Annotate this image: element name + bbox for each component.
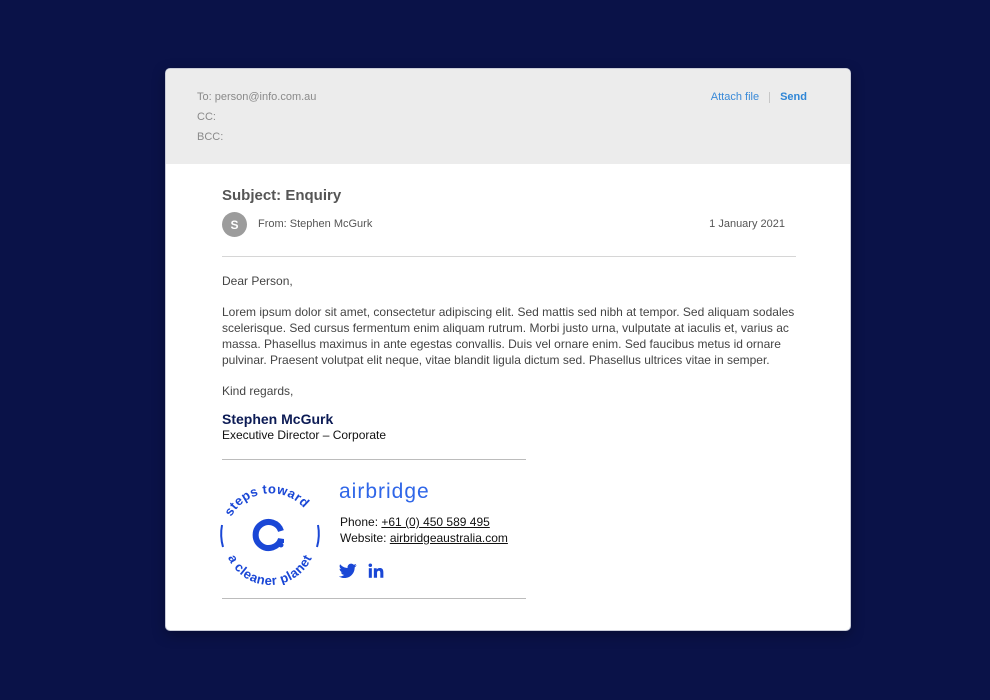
seal-text-bottom: a cleaner planet [225,552,314,585]
cc-field[interactable]: CC: [197,111,216,124]
email-date: 1 January 2021 [709,218,785,230]
website-label: Website: [340,531,390,545]
phone-label: Phone: [340,515,382,529]
avatar: S [222,212,247,237]
email-window: To: person@info.com.au CC: BCC: Attach f… [166,69,850,630]
brand-wordmark: airbridge [339,480,430,503]
avatar-initial: S [230,217,239,232]
header-actions: Attach file Send [711,91,807,103]
cleaner-planet-seal: steps toward a cleaner planet [220,481,320,585]
closing: Kind regards, [222,384,294,398]
email-subject: Subject: Enquiry [222,187,342,204]
action-divider [769,91,771,103]
signature-title: Executive Director – Corporate [222,428,387,442]
svg-text:a cleaner planet: a cleaner planet [225,552,315,585]
signature-name: Stephen McGurk [222,411,334,427]
signature-divider-bottom [222,598,526,599]
bcc-field[interactable]: BCC: [197,131,223,144]
svg-text:steps toward: steps toward [221,481,313,518]
to-field[interactable]: To: person@info.com.au [197,91,316,104]
twitter-icon[interactable] [339,563,357,579]
signature-divider-top [222,459,526,460]
linkedin-icon[interactable] [367,563,385,579]
phone-line: Phone: +61 (0) 450 589 495 [340,515,490,530]
divider [222,256,796,257]
email-header: To: person@info.com.au CC: BCC: Attach f… [166,69,850,164]
website-link[interactable]: airbridgeaustralia.com [390,531,508,545]
airbridge-logo: airbridge [339,480,430,503]
greeting: Dear Person, [222,274,293,288]
phone-link[interactable]: +61 (0) 450 589 495 [381,515,489,529]
seal-text-top: steps toward [221,481,312,518]
email-body: Lorem ipsum dolor sit amet, consectetur … [222,305,795,367]
from-line: From: Stephen McGurk [258,218,373,230]
website-line: Website: airbridgeaustralia.com [340,531,508,546]
attach-file-link[interactable]: Attach file [711,91,759,103]
send-button[interactable]: Send [780,91,807,103]
